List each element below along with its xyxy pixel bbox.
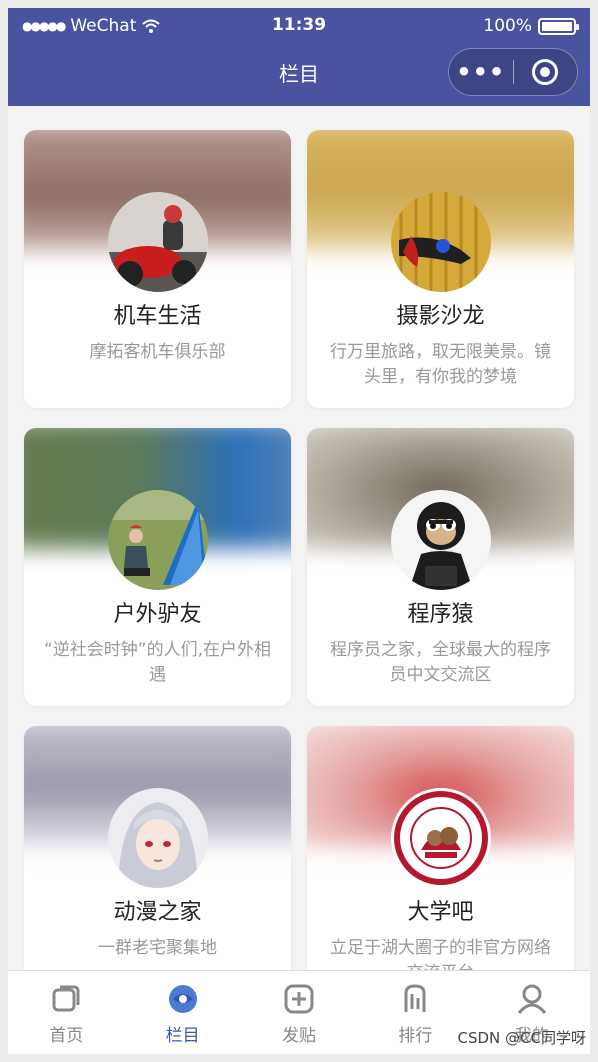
mini-program-capsule: ••• — [448, 48, 578, 96]
home-icon — [52, 985, 80, 1012]
column-card-outdoor[interactable]: 户外驴友 “逆社会时钟”的人们,在户外相遇 — [24, 428, 291, 706]
battery-icon — [538, 17, 579, 35]
card-title: 摄影沙龙 — [396, 304, 485, 329]
ellipsis-icon[interactable]: ••• — [449, 58, 513, 86]
photo-avatar — [390, 192, 491, 292]
anime-avatar — [107, 788, 208, 888]
card-title: 程序猿 — [407, 602, 474, 627]
column-card-photo[interactable]: 摄影沙龙 行万里旅路，取无限美景。镜头里，有你我的梦境 — [307, 130, 574, 408]
battery-percent: 100% — [483, 16, 532, 36]
profile-icon — [517, 984, 546, 1014]
tab-label: 发贴 — [282, 1026, 317, 1046]
csdn-watermark: CSDN @CC同学呀 — [457, 1029, 586, 1047]
tab-post[interactable]: 发贴 — [241, 971, 357, 1054]
column-icon — [168, 985, 197, 1013]
tab-label: 首页 — [49, 1026, 84, 1046]
motorcycle-avatar — [107, 192, 208, 292]
tab-label: 栏目 — [165, 1026, 200, 1046]
rank-icon — [404, 984, 426, 1012]
monkey-avatar — [390, 490, 491, 590]
tab-label: 排行 — [398, 1026, 433, 1046]
card-description: “逆社会时钟”的人们,在户外相遇 — [43, 640, 272, 685]
column-card-programmer[interactable]: 程序猿 程序员之家，全球最大的程序员中文交流区 — [307, 428, 574, 706]
card-description: 程序员之家，全球最大的程序员中文交流区 — [330, 640, 551, 685]
close-button[interactable] — [514, 59, 578, 85]
card-description: 一群老宅聚集地 — [98, 938, 217, 958]
university-seal-avatar — [390, 788, 491, 888]
app-screen: ●●●●● WeChat 11:39 100% 栏目 ••• 机车生活 摩拓客机… — [8, 8, 590, 1054]
status-bar: ●●●●● WeChat 11:39 100% — [8, 8, 590, 42]
card-title: 动漫之家 — [113, 900, 202, 925]
outdoor-avatar — [107, 490, 208, 590]
tab-rank[interactable]: 排行 — [357, 971, 473, 1054]
card-title: 机车生活 — [113, 304, 202, 329]
card-description: 摩拓客机车俱乐部 — [89, 342, 226, 362]
card-description: 行万里旅路，取无限美景。镜头里，有你我的梦境 — [330, 342, 551, 387]
header: ●●●●● WeChat 11:39 100% 栏目 ••• — [8, 8, 590, 106]
tab-home[interactable]: 首页 — [8, 971, 124, 1054]
column-card-anime[interactable]: 动漫之家 一群老宅聚集地 — [24, 726, 291, 1004]
target-icon — [532, 59, 559, 85]
post-icon — [284, 984, 314, 1014]
column-card-motor[interactable]: 机车生活 摩拓客机车俱乐部 — [24, 130, 291, 408]
tab-column[interactable]: 栏目 — [124, 971, 240, 1054]
column-card-university[interactable]: 大学吧 立足于湖大圈子的非官方网络交流平台 — [307, 726, 574, 1004]
card-title: 大学吧 — [407, 900, 474, 925]
card-title: 户外驴友 — [113, 602, 202, 627]
column-grid: 机车生活 摩拓客机车俱乐部 摄影沙龙 行万里旅路，取无限美景。镜头里，有你我的梦… — [24, 130, 574, 1004]
